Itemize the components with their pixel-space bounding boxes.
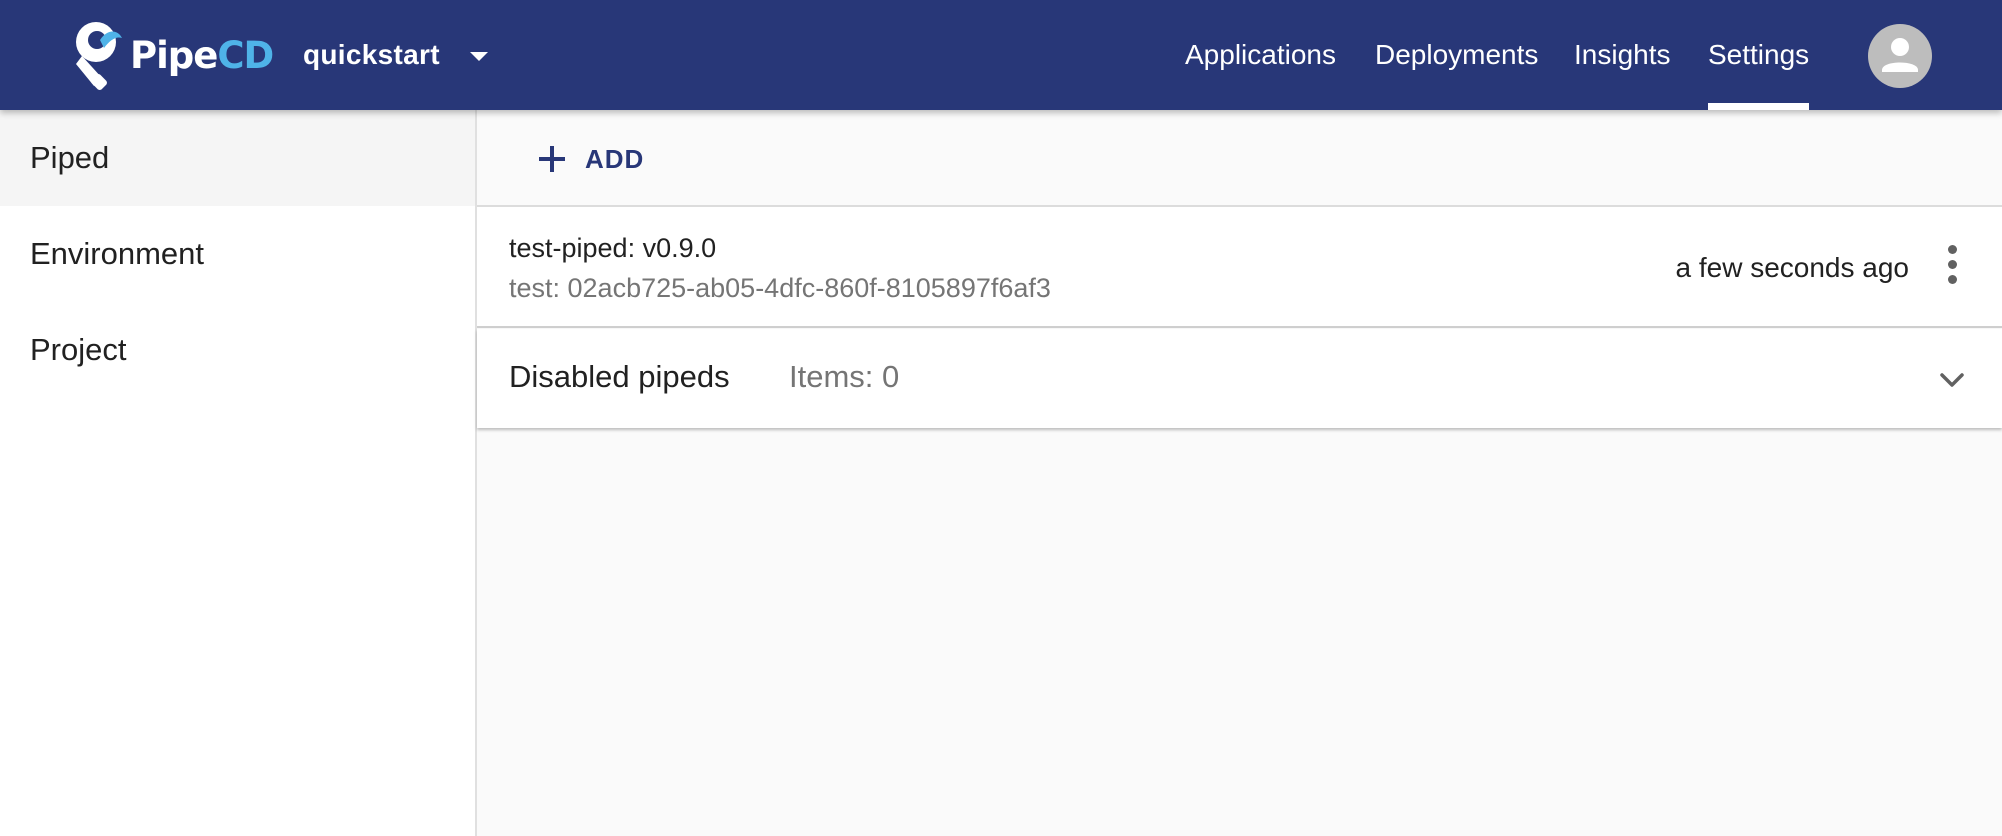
main-content: ADD test-piped: v0.9.0 test: 02acb725-ab… <box>477 110 2002 836</box>
add-button-label: ADD <box>585 143 645 174</box>
piped-id: test: 02acb725-ab05-4dfc-860f-8105897f6a… <box>509 273 1051 303</box>
add-piped-button[interactable]: ADD <box>537 138 644 180</box>
nav-settings[interactable]: Settings <box>1708 0 1810 110</box>
nav-settings-label: Settings <box>1708 39 1810 70</box>
piped-last-seen: a few seconds ago <box>1675 252 1910 283</box>
sidebar-item-environment[interactable]: Environment <box>0 206 475 302</box>
account-circle-icon <box>1882 38 1918 72</box>
plus-icon <box>537 144 567 174</box>
disabled-pipeds-title: Disabled pipeds <box>509 359 730 394</box>
piped-list-item: test-piped: v0.9.0 test: 02acb725-ab05-4… <box>477 207 2002 328</box>
piped-toolbar: ADD <box>477 110 2002 207</box>
piped-name-version: test-piped: v0.9.0 <box>509 233 717 263</box>
sidebar-item-project[interactable]: Project <box>0 302 475 398</box>
dropdown-caret-icon <box>469 51 488 61</box>
settings-sidebar: Piped Environment Project <box>0 110 477 836</box>
user-avatar[interactable] <box>1868 24 1932 88</box>
pipecd-logo-icon <box>76 22 122 90</box>
disabled-pipeds-count: Items: 0 <box>789 359 900 394</box>
active-tab-indicator <box>1708 103 1810 110</box>
project-name: quickstart <box>303 39 440 70</box>
app-bar: PipeCD quickstart Applications Deploymen… <box>0 0 2002 110</box>
project-selector[interactable]: quickstart <box>303 30 488 80</box>
nav-insights[interactable]: Insights <box>1574 0 1671 110</box>
more-vert-icon[interactable] <box>1937 243 1967 287</box>
logo-wordmark: PipeCD <box>130 33 274 77</box>
pipecd-logo[interactable]: PipeCD <box>70 18 274 92</box>
sidebar-item-piped[interactable]: Piped <box>0 110 475 206</box>
nav-deployments[interactable]: Deployments <box>1375 0 1538 110</box>
disabled-pipeds-panel[interactable]: Disabled pipeds Items: 0 <box>477 329 2002 428</box>
chevron-down-icon[interactable] <box>1935 365 1969 395</box>
nav-applications[interactable]: Applications <box>1185 0 1336 110</box>
